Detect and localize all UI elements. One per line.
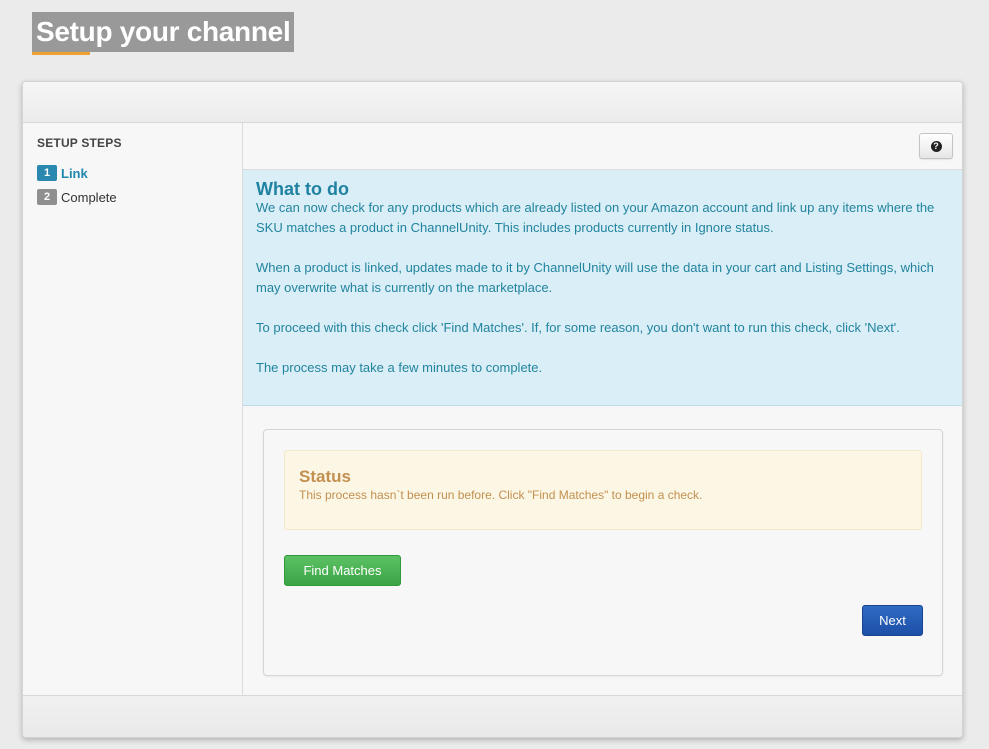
setup-panel: SETUP STEPS 1 Link 2 Complete ? What to … <box>22 81 963 738</box>
status-title: Status <box>299 467 351 486</box>
info-paragraph: To proceed with this check click 'Find M… <box>256 320 900 335</box>
main-content: ? What to do We can now check for any pr… <box>243 123 962 695</box>
find-matches-button[interactable]: Find Matches <box>284 555 401 586</box>
sidebar: SETUP STEPS 1 Link 2 Complete <box>23 123 243 695</box>
what-to-do-info-box: What to do We can now check for any prod… <box>243 170 962 406</box>
title-underline <box>32 52 90 55</box>
page-title: Setup your channel <box>32 12 295 52</box>
info-title: What to do <box>256 179 349 199</box>
status-card: Status This process hasn`t been run befo… <box>263 429 943 676</box>
panel-header <box>23 82 962 123</box>
content-toolbar: ? <box>243 123 962 170</box>
info-paragraph: The process may take a few minutes to co… <box>256 360 543 375</box>
panel-footer <box>23 695 962 737</box>
status-alert: Status This process hasn`t been run befo… <box>284 450 922 530</box>
step-number-badge: 2 <box>37 189 57 205</box>
step-label: Complete <box>61 189 117 205</box>
help-button[interactable]: ? <box>919 133 953 159</box>
step-label: Link <box>61 165 88 181</box>
sidebar-step-link[interactable]: 1 Link <box>37 165 88 181</box>
question-circle-icon: ? <box>930 140 942 152</box>
sidebar-heading: SETUP STEPS <box>37 136 122 150</box>
status-message: This process hasn`t been run before. Cli… <box>299 488 703 502</box>
info-paragraph: When a product is linked, updates made t… <box>256 260 934 295</box>
next-button[interactable]: Next <box>862 605 923 636</box>
sidebar-step-complete[interactable]: 2 Complete <box>37 189 117 205</box>
step-number-badge: 1 <box>37 165 57 181</box>
info-paragraph: We can now check for any products which … <box>256 200 935 235</box>
